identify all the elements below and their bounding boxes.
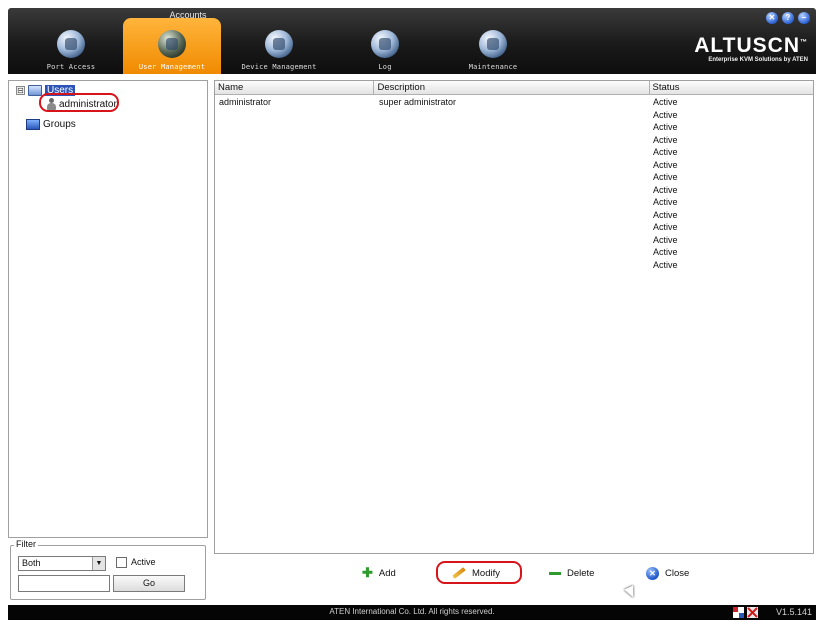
maintenance-icon: [479, 30, 507, 58]
tree-groups-label: Groups: [43, 119, 76, 130]
tab-user-management[interactable]: User Management: [123, 18, 221, 74]
minimize-icon[interactable]: −: [798, 12, 810, 24]
table-cell-status[interactable]: Active: [653, 109, 678, 121]
tab-port-access[interactable]: Port Access: [22, 18, 120, 74]
table-cell-status[interactable]: Active: [653, 246, 678, 258]
active-checkbox[interactable]: [116, 557, 127, 568]
version-text: V1.5.141: [775, 607, 812, 617]
status-icons: [733, 607, 758, 618]
delete-button[interactable]: Delete: [549, 564, 594, 582]
brand-tagline: Enterprise KVM Solutions by ATEN: [708, 57, 808, 63]
close-icon: ✕: [646, 566, 659, 580]
table-cell-status[interactable]: Active: [653, 134, 678, 146]
highlight-callout: [39, 93, 119, 112]
delete-icon: [549, 571, 561, 575]
add-icon: ✚: [362, 565, 373, 580]
brand-logo: ALTUSCN™ Enterprise KVM Solutions by ATE…: [694, 32, 808, 64]
table-cell-status[interactable]: Active: [653, 196, 678, 208]
filter-type-select[interactable]: Both ▼: [18, 556, 106, 571]
column-header-name[interactable]: Name: [215, 81, 375, 95]
table-cell-status[interactable]: Active: [653, 171, 678, 183]
tab-log[interactable]: Log: [336, 18, 434, 74]
mouse-cursor-icon: [624, 585, 638, 600]
tab-label: Log: [378, 63, 392, 71]
port-access-icon: [57, 30, 85, 58]
filter-select-value: Both: [22, 558, 41, 568]
table-cell-status[interactable]: Active: [653, 184, 678, 196]
language-flag-icon[interactable]: [733, 607, 744, 618]
tab-device-management[interactable]: Device Management: [230, 18, 328, 74]
table-cell-status[interactable]: Active: [653, 221, 678, 233]
close-button-label: Close: [665, 567, 690, 579]
user-management-icon: [158, 30, 186, 58]
log-icon: [371, 30, 399, 58]
add-button-label: Add: [378, 567, 396, 579]
table-cell-status[interactable]: Active: [653, 259, 678, 271]
active-checkbox-label: Active: [131, 557, 156, 567]
close-window-icon[interactable]: ✕: [766, 12, 778, 24]
tab-label: Maintenance: [468, 63, 518, 71]
copyright-text: ATEN International Co. Ltd. All rights r…: [329, 607, 495, 616]
table-cell-status[interactable]: Active: [653, 159, 678, 171]
top-navigation-bar: Accounts Port Access User Management Dev…: [8, 8, 816, 74]
device-management-icon: [265, 30, 293, 58]
users-folder-icon: [28, 85, 42, 96]
close-button[interactable]: ✕ Close: [646, 564, 689, 582]
table-cell-description[interactable]: super administrator: [379, 96, 456, 108]
tree-node-groups[interactable]: Groups: [26, 119, 76, 130]
table-cell-status[interactable]: Active: [653, 209, 678, 221]
go-button[interactable]: Go: [113, 575, 185, 592]
delete-button-label: Delete: [567, 567, 595, 579]
table-cell-status[interactable]: Active: [653, 146, 678, 158]
tab-label: User Management: [138, 63, 206, 71]
groups-icon: [26, 119, 40, 130]
filter-legend: Filter: [14, 539, 38, 549]
security-flag-icon[interactable]: [747, 607, 758, 618]
trademark-mark: ™: [800, 39, 808, 46]
tab-label: Device Management: [241, 63, 317, 71]
table-cell-status[interactable]: Active: [653, 234, 678, 246]
user-tree-panel: ⊟ Users administrator Groups: [8, 80, 208, 538]
chevron-down-icon[interactable]: ▼: [92, 557, 105, 570]
add-button[interactable]: ✚ Add: [362, 564, 396, 582]
column-header-description[interactable]: Description: [374, 81, 650, 95]
status-bar: ATEN International Co. Ltd. All rights r…: [8, 605, 816, 620]
table-header: Name Description Status: [215, 81, 813, 95]
table-cell-status[interactable]: Active: [653, 96, 678, 108]
brand-name: ALTUSCN: [694, 34, 800, 57]
user-table: Name Description Status administrator sup…: [214, 80, 814, 554]
filter-text-input[interactable]: [18, 575, 110, 592]
table-cell-name[interactable]: administrator: [219, 96, 271, 108]
column-header-status[interactable]: Status: [649, 81, 813, 95]
highlight-callout: [436, 561, 522, 584]
window-controls: ✕ ? −: [766, 12, 810, 24]
tab-label: Port Access: [46, 63, 96, 71]
table-cell-status[interactable]: Active: [653, 121, 678, 133]
collapse-icon[interactable]: ⊟: [16, 86, 25, 95]
help-icon[interactable]: ?: [782, 12, 794, 24]
tab-maintenance[interactable]: Maintenance: [444, 18, 542, 74]
